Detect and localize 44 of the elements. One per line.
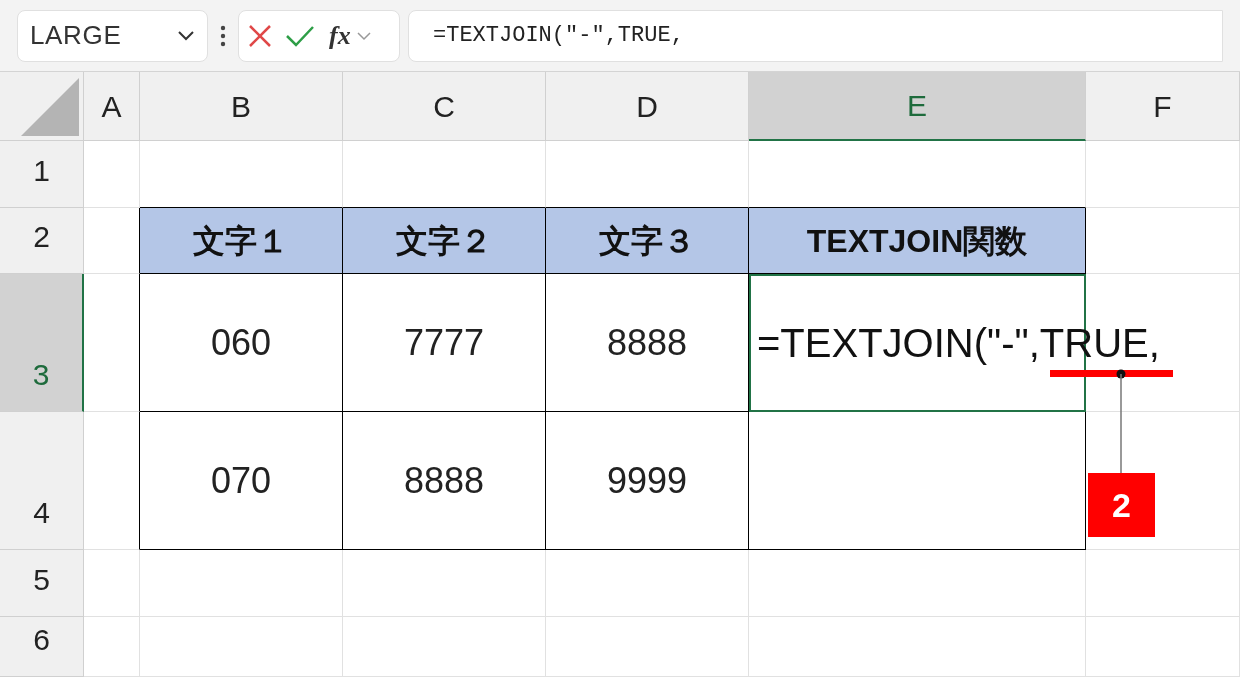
column-header[interactable]: A xyxy=(84,72,140,141)
cell-value: 8888 xyxy=(606,320,688,365)
header-cell-text: 文字３ xyxy=(599,221,695,261)
table-cell[interactable]: 8888 xyxy=(343,412,546,550)
cell-value: 7777 xyxy=(403,320,485,365)
table-cell[interactable] xyxy=(749,412,1086,550)
header-cell-text: 文字１ xyxy=(193,221,289,261)
row-header[interactable]: 1 xyxy=(0,141,84,208)
column-header[interactable]: B xyxy=(140,72,343,141)
chevron-down-icon xyxy=(177,29,195,42)
name-box[interactable]: LARGE xyxy=(17,9,208,62)
row-header[interactable]: 3 xyxy=(0,274,84,412)
header-cell-text: TEXTJOIN関数 xyxy=(806,221,1028,261)
table-cell[interactable]: 文字２ xyxy=(343,208,546,274)
insert-function-button[interactable]: fx xyxy=(327,22,353,49)
cancel-icon[interactable] xyxy=(247,22,273,49)
select-all-icon[interactable] xyxy=(21,78,79,136)
formula-input[interactable]: =TEXTJOIN("-",TRUE, xyxy=(408,9,1223,62)
column-header[interactable]: C xyxy=(343,72,546,141)
grid-cell[interactable] xyxy=(84,412,140,550)
row-header[interactable]: 6 xyxy=(0,617,84,677)
callout-badge: 2 xyxy=(1088,473,1155,537)
cell-value: 070 xyxy=(210,458,272,503)
row-header[interactable]: 2 xyxy=(0,208,84,274)
row-header[interactable]: 4 xyxy=(0,412,84,550)
caret-icon[interactable] xyxy=(356,30,371,41)
cell-value: 060 xyxy=(210,320,272,365)
grid-cell[interactable] xyxy=(84,274,140,412)
row-header[interactable]: 5 xyxy=(0,550,84,617)
more-options-icon[interactable] xyxy=(220,24,226,47)
table-cell[interactable]: 文字３ xyxy=(546,208,749,274)
table-cell[interactable]: 文字１ xyxy=(140,208,343,274)
column-header[interactable]: F xyxy=(1086,72,1240,141)
table-cell[interactable]: TEXTJOIN関数 xyxy=(749,208,1086,274)
column-header[interactable]: E xyxy=(749,72,1086,141)
table-cell[interactable]: 9999 xyxy=(546,412,749,550)
cell-value: 8888 xyxy=(403,458,485,503)
table-cell[interactable]: 7777 xyxy=(343,274,546,412)
table-cell[interactable]: 8888 xyxy=(546,274,749,412)
table-cell[interactable]: 070 xyxy=(140,412,343,550)
table-cell[interactable]: 060 xyxy=(140,274,343,412)
cell-value: 9999 xyxy=(606,458,688,503)
header-cell-text: 文字２ xyxy=(396,221,492,261)
column-header[interactable]: D xyxy=(546,72,749,141)
